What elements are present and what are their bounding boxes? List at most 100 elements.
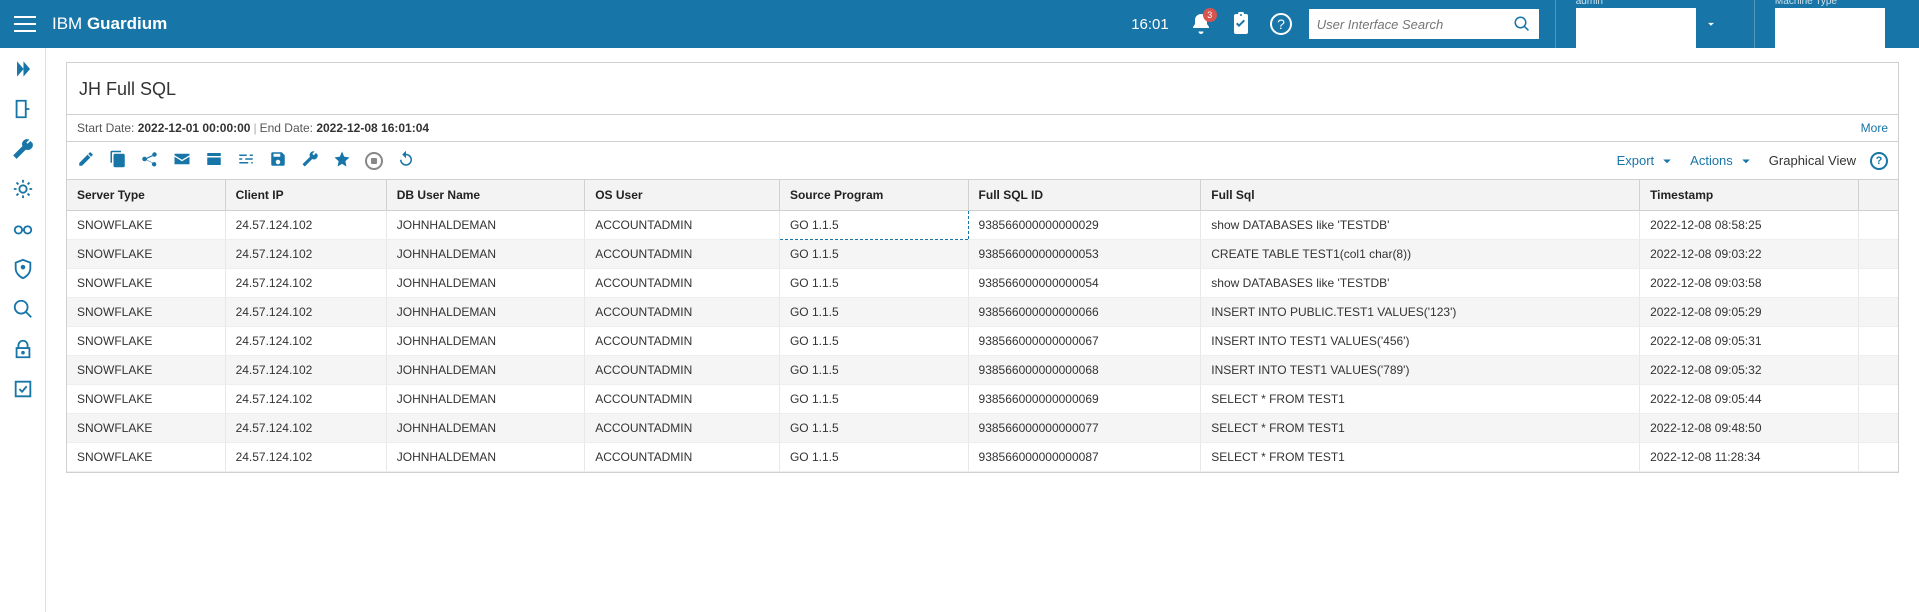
help-icon[interactable]: ?	[1269, 12, 1293, 36]
refresh-icon[interactable]	[397, 150, 415, 171]
star-icon[interactable]	[333, 150, 351, 171]
table-cell[interactable]: 938566000000000029	[968, 211, 1201, 240]
column-header[interactable]: DB User Name	[386, 180, 584, 211]
table-cell[interactable]: GO 1.1.5	[779, 385, 968, 414]
table-cell[interactable]	[1858, 327, 1898, 356]
copy-icon[interactable]	[109, 150, 127, 171]
table-cell[interactable]: 24.57.124.102	[225, 356, 386, 385]
table-row[interactable]: SNOWFLAKE24.57.124.102JOHNHALDEMANACCOUN…	[67, 240, 1898, 269]
table-cell[interactable]: 24.57.124.102	[225, 385, 386, 414]
table-cell[interactable]: 2022-12-08 09:05:32	[1640, 356, 1858, 385]
menu-icon[interactable]	[14, 13, 36, 35]
window-icon[interactable]	[205, 150, 223, 171]
save-icon[interactable]	[269, 150, 287, 171]
table-cell[interactable]: GO 1.1.5	[779, 327, 968, 356]
table-cell[interactable]: INSERT INTO TEST1 VALUES('789')	[1201, 356, 1640, 385]
table-cell[interactable]: SNOWFLAKE	[67, 443, 225, 472]
actions-menu[interactable]: Actions	[1690, 152, 1755, 170]
table-cell[interactable]	[1858, 356, 1898, 385]
door-icon[interactable]	[12, 98, 34, 120]
lock-icon[interactable]	[12, 338, 34, 360]
tool-icon[interactable]	[301, 150, 319, 171]
table-cell[interactable]: 938566000000000087	[968, 443, 1201, 472]
table-cell[interactable]: 24.57.124.102	[225, 269, 386, 298]
table-cell[interactable]: 24.57.124.102	[225, 211, 386, 240]
table-cell[interactable]	[1858, 298, 1898, 327]
table-cell[interactable]: GO 1.1.5	[779, 211, 968, 240]
table-cell[interactable]: SELECT * FROM TEST1	[1201, 443, 1640, 472]
table-cell[interactable]: SNOWFLAKE	[67, 298, 225, 327]
table-cell[interactable]: 24.57.124.102	[225, 240, 386, 269]
table-cell[interactable]: GO 1.1.5	[779, 443, 968, 472]
search-side-icon[interactable]	[12, 298, 34, 320]
table-cell[interactable]: INSERT INTO PUBLIC.TEST1 VALUES('123')	[1201, 298, 1640, 327]
table-row[interactable]: SNOWFLAKE24.57.124.102JOHNHALDEMANACCOUN…	[67, 385, 1898, 414]
table-cell[interactable]: GO 1.1.5	[779, 414, 968, 443]
search-input[interactable]	[1317, 17, 1513, 32]
table-cell[interactable]: 2022-12-08 09:05:31	[1640, 327, 1858, 356]
table-cell[interactable]: JOHNHALDEMAN	[386, 385, 584, 414]
table-cell[interactable]: SNOWFLAKE	[67, 269, 225, 298]
table-cell[interactable]: 2022-12-08 09:03:22	[1640, 240, 1858, 269]
table-row[interactable]: SNOWFLAKE24.57.124.102JOHNHALDEMANACCOUN…	[67, 211, 1898, 240]
table-cell[interactable]: 2022-12-08 09:48:50	[1640, 414, 1858, 443]
shield-icon[interactable]	[12, 258, 34, 280]
table-cell[interactable]: 2022-12-08 09:05:29	[1640, 298, 1858, 327]
table-cell[interactable]: JOHNHALDEMAN	[386, 443, 584, 472]
table-cell[interactable]: GO 1.1.5	[779, 356, 968, 385]
table-cell[interactable]: ACCOUNTADMIN	[585, 240, 780, 269]
table-row[interactable]: SNOWFLAKE24.57.124.102JOHNHALDEMANACCOUN…	[67, 298, 1898, 327]
table-cell[interactable]: GO 1.1.5	[779, 269, 968, 298]
table-cell[interactable]: 24.57.124.102	[225, 298, 386, 327]
table-cell[interactable]: SNOWFLAKE	[67, 385, 225, 414]
table-cell[interactable]: SNOWFLAKE	[67, 211, 225, 240]
table-cell[interactable]: ACCOUNTADMIN	[585, 356, 780, 385]
table-cell[interactable]: 24.57.124.102	[225, 443, 386, 472]
table-cell[interactable]: 938566000000000054	[968, 269, 1201, 298]
table-cell[interactable]: JOHNHALDEMAN	[386, 327, 584, 356]
table-cell[interactable]	[1858, 385, 1898, 414]
column-header[interactable]: OS User	[585, 180, 780, 211]
table-cell[interactable]: JOHNHALDEMAN	[386, 298, 584, 327]
expand-icon[interactable]	[12, 58, 34, 80]
table-cell[interactable]	[1858, 414, 1898, 443]
table-cell[interactable]: JOHNHALDEMAN	[386, 211, 584, 240]
table-row[interactable]: SNOWFLAKE24.57.124.102JOHNHALDEMANACCOUN…	[67, 356, 1898, 385]
table-cell[interactable]: SELECT * FROM TEST1	[1201, 414, 1640, 443]
table-cell[interactable]: ACCOUNTADMIN	[585, 443, 780, 472]
table-cell[interactable]: ACCOUNTADMIN	[585, 414, 780, 443]
table-cell[interactable]: SNOWFLAKE	[67, 240, 225, 269]
table-cell[interactable]: 24.57.124.102	[225, 327, 386, 356]
table-cell[interactable]	[1858, 240, 1898, 269]
graphical-view-link[interactable]: Graphical View	[1769, 153, 1856, 168]
column-header[interactable]	[1858, 180, 1898, 211]
column-header[interactable]: Client IP	[225, 180, 386, 211]
table-cell[interactable]: SNOWFLAKE	[67, 356, 225, 385]
table-cell[interactable]: show DATABASES like 'TESTDB'	[1201, 269, 1640, 298]
table-cell[interactable]	[1858, 443, 1898, 472]
export-menu[interactable]: Export	[1617, 152, 1677, 170]
table-cell[interactable]	[1858, 211, 1898, 240]
wrench-icon[interactable]	[12, 138, 34, 160]
table-cell[interactable]	[1858, 269, 1898, 298]
table-cell[interactable]: ACCOUNTADMIN	[585, 269, 780, 298]
table-cell[interactable]: JOHNHALDEMAN	[386, 269, 584, 298]
table-cell[interactable]: ACCOUNTADMIN	[585, 385, 780, 414]
clipboard-icon[interactable]	[1229, 12, 1253, 36]
table-cell[interactable]: 2022-12-08 09:03:58	[1640, 269, 1858, 298]
table-cell[interactable]: show DATABASES like 'TESTDB'	[1201, 211, 1640, 240]
table-cell[interactable]: JOHNHALDEMAN	[386, 356, 584, 385]
table-cell[interactable]: GO 1.1.5	[779, 298, 968, 327]
table-cell[interactable]: 938566000000000077	[968, 414, 1201, 443]
search-icon[interactable]	[1513, 15, 1531, 33]
column-header[interactable]: Full Sql	[1201, 180, 1640, 211]
table-cell[interactable]: 938566000000000053	[968, 240, 1201, 269]
bell-icon[interactable]: 3	[1189, 12, 1213, 36]
table-cell[interactable]: 938566000000000067	[968, 327, 1201, 356]
table-cell[interactable]: SNOWFLAKE	[67, 327, 225, 356]
table-cell[interactable]: JOHNHALDEMAN	[386, 414, 584, 443]
more-link[interactable]: More	[1861, 121, 1888, 135]
table-row[interactable]: SNOWFLAKE24.57.124.102JOHNHALDEMANACCOUN…	[67, 414, 1898, 443]
column-header[interactable]: Full SQL ID	[968, 180, 1201, 211]
table-row[interactable]: SNOWFLAKE24.57.124.102JOHNHALDEMANACCOUN…	[67, 327, 1898, 356]
